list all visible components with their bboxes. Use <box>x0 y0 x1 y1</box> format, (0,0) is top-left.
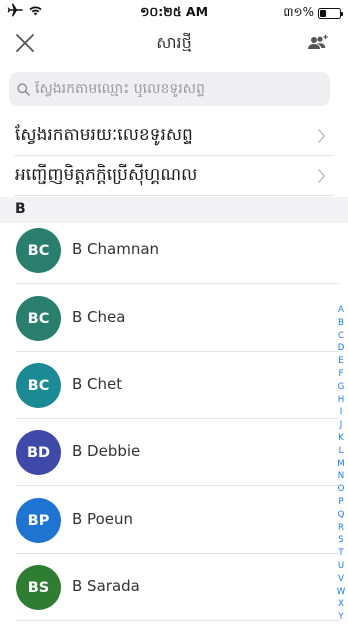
invite-friends-row[interactable]: អញ្ជើញមិត្តភក្តិប្រើស៊ីហ្គណល <box>14 156 334 196</box>
chevron-right-icon <box>317 128 326 144</box>
contact-name: B Debbie <box>72 442 141 460</box>
find-by-phone-label: ស្វែងរកតាមរយៈលេខទូរសព្ទ <box>15 125 193 145</box>
search-box[interactable] <box>9 72 330 106</box>
index-letter[interactable]: M <box>337 458 344 471</box>
search-icon <box>17 82 30 96</box>
index-letter[interactable]: Y <box>338 611 343 624</box>
index-letter[interactable]: D <box>338 342 345 355</box>
contact-row[interactable]: BC B Chamnan <box>0 217 340 284</box>
find-by-phone-row[interactable]: ស្វែងរកតាមរយៈលេខទូរសព្ទ <box>14 116 334 156</box>
avatar: BC <box>16 296 61 341</box>
index-letter[interactable]: O <box>338 483 345 496</box>
index-letter[interactable]: U <box>338 560 344 573</box>
index-letter[interactable]: E <box>338 355 343 368</box>
index-letter[interactable]: I <box>340 406 343 419</box>
index-letter[interactable]: R <box>338 522 344 535</box>
alphabet-index[interactable]: ABCDEFGHIJKLMNOPQRSTUVWXY <box>336 304 346 624</box>
add-group-icon[interactable] <box>307 34 329 52</box>
index-letter[interactable]: T <box>338 547 343 560</box>
invite-friends-label: អញ្ជើញមិត្តភក្តិប្រើស៊ីហ្គណល <box>15 165 198 185</box>
contact-row[interactable]: BD B Debbie <box>0 419 340 486</box>
contact-name: B Chet <box>72 375 123 393</box>
index-letter[interactable]: F <box>339 368 344 381</box>
battery-percent: ៣១% <box>283 5 314 19</box>
chevron-right-icon <box>317 168 326 184</box>
contact-name: B Chamnan <box>72 240 160 258</box>
contact-row[interactable]: BC B Chea <box>0 285 340 352</box>
index-letter[interactable]: C <box>338 330 344 343</box>
battery-icon <box>318 7 343 19</box>
contact-row[interactable]: BC B Chet <box>0 352 340 419</box>
avatar: BC <box>16 363 61 408</box>
index-letter[interactable]: V <box>338 573 344 586</box>
section-header-letter: B <box>15 201 26 217</box>
divider <box>16 620 339 621</box>
index-letter[interactable]: J <box>340 419 343 432</box>
contact-row[interactable]: BS B Sarada <box>0 554 340 621</box>
avatar: BP <box>16 498 61 543</box>
divider <box>16 485 339 486</box>
divider <box>16 283 339 284</box>
index-letter[interactable]: G <box>338 381 345 394</box>
index-letter[interactable]: W <box>337 586 346 599</box>
battery-fill <box>320 9 326 17</box>
index-letter[interactable]: X <box>338 598 344 611</box>
contact-row[interactable]: BP B Poeun <box>0 487 340 554</box>
index-letter[interactable]: K <box>338 432 344 445</box>
status-bar: ១០:២៥ AM ៣១% <box>0 0 348 24</box>
index-letter[interactable]: L <box>339 445 344 458</box>
index-letter[interactable]: P <box>338 496 343 509</box>
search-input[interactable] <box>35 81 315 97</box>
avatar: BS <box>16 565 61 610</box>
page-title: សារថ្មី <box>156 33 192 52</box>
contact-name: B Chea <box>72 308 126 326</box>
avatar: BC <box>16 228 61 273</box>
index-letter[interactable]: Q <box>338 509 345 522</box>
index-letter[interactable]: B <box>338 317 344 330</box>
index-letter[interactable]: N <box>338 470 344 483</box>
avatar: BD <box>16 430 61 475</box>
status-right: ៣១% <box>283 4 343 22</box>
contact-name: B Poeun <box>72 510 133 528</box>
index-letter[interactable]: H <box>338 394 344 407</box>
nav-bar: សារថ្មី <box>0 24 348 62</box>
index-letter[interactable]: A <box>338 304 344 317</box>
contact-name: B Sarada <box>72 577 140 595</box>
index-letter[interactable]: S <box>338 534 343 547</box>
